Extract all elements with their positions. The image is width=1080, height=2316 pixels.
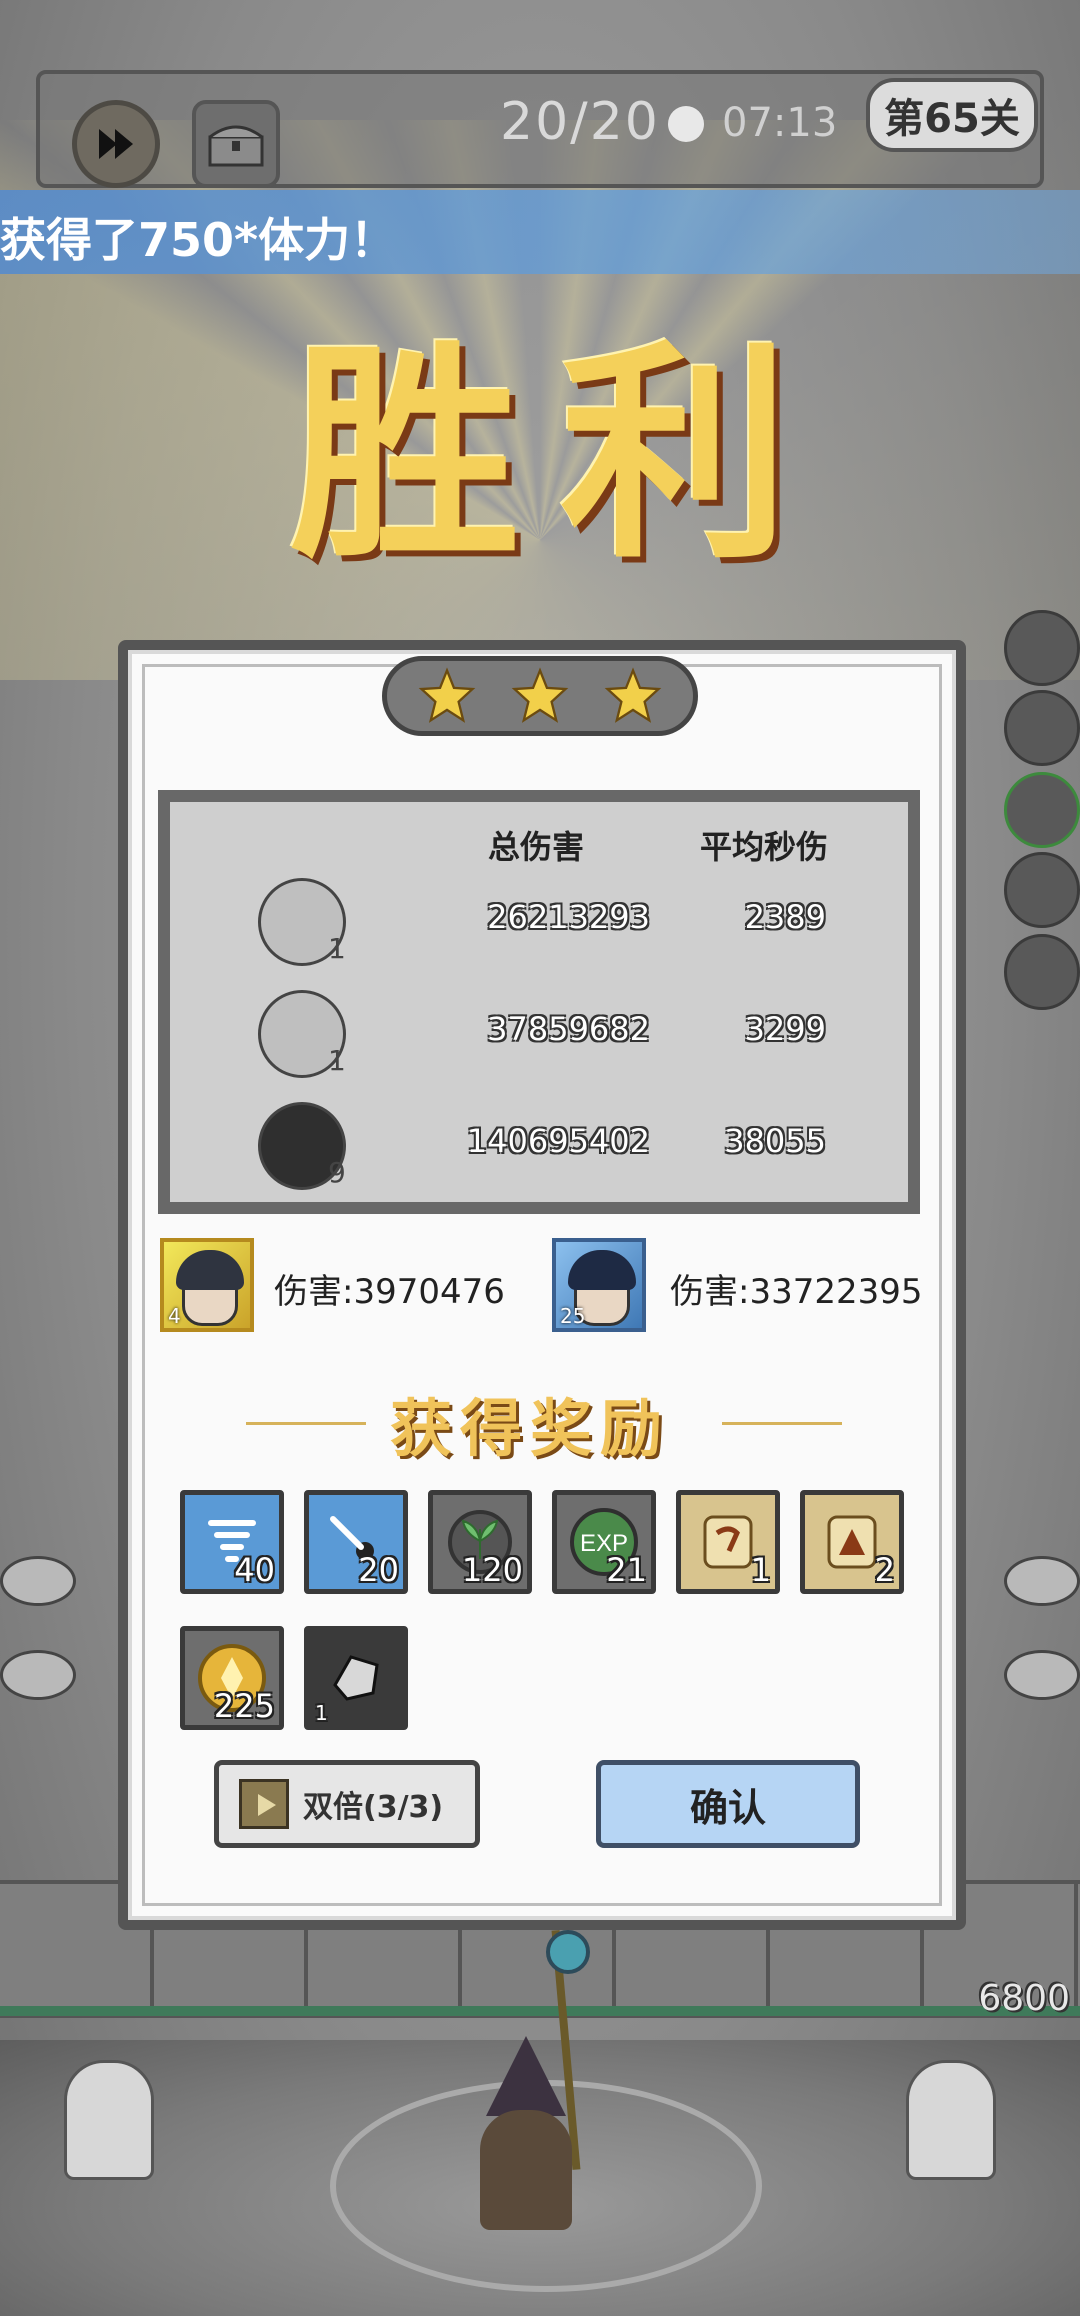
wall-hp-value: 6800 bbox=[978, 1978, 1070, 2019]
side-monster-icon bbox=[1004, 610, 1080, 686]
hero-damage: 伤害:33722395 bbox=[670, 1272, 923, 1312]
hero-avatar[interactable]: 25 bbox=[552, 1238, 646, 1332]
star-icon bbox=[511, 667, 569, 723]
side-monster-icon bbox=[1004, 772, 1080, 848]
ore-chunk-icon bbox=[333, 1655, 379, 1701]
total-damage-value: 140695402 bbox=[466, 1122, 650, 1160]
stage-level-badge: 第65关 bbox=[866, 78, 1038, 152]
summon-circle-icon bbox=[1004, 1556, 1080, 1606]
reward-count: 21 bbox=[606, 1551, 647, 1589]
video-icon bbox=[239, 1779, 289, 1829]
confirm-button[interactable]: 确认 bbox=[596, 1760, 860, 1848]
victory-title: 胜利 bbox=[290, 320, 830, 590]
confirm-label: 确认 bbox=[689, 1784, 766, 1830]
wave-counter: 20/20 bbox=[500, 92, 660, 152]
skill-level: 9 bbox=[328, 1156, 346, 1189]
reward-count: 120 bbox=[461, 1551, 523, 1589]
hero-hair bbox=[176, 1250, 244, 1290]
reward-item[interactable]: 120 bbox=[428, 1490, 532, 1594]
reward-count: 1 bbox=[315, 1701, 328, 1725]
hero-hair bbox=[568, 1250, 636, 1290]
reward-item[interactable]: 225 bbox=[180, 1626, 284, 1730]
header-total-damage: 总伤害 bbox=[488, 828, 585, 866]
hero-level: 25 bbox=[560, 1304, 586, 1328]
clock-icon bbox=[668, 106, 704, 142]
reward-item[interactable]: 20 bbox=[304, 1490, 408, 1594]
reward-count: 20 bbox=[358, 1551, 399, 1589]
reward-item[interactable]: 1 bbox=[676, 1490, 780, 1594]
reward-item[interactable]: 2 bbox=[800, 1490, 904, 1594]
battle-timer: 07:13 bbox=[722, 100, 838, 146]
staff-orb-icon bbox=[546, 1930, 590, 1974]
side-monster-icon bbox=[1004, 852, 1080, 928]
wizard-hat bbox=[486, 2036, 566, 2116]
angel-statue bbox=[64, 2060, 154, 2180]
star-icon bbox=[419, 667, 476, 723]
reward-count: 225 bbox=[213, 1687, 275, 1725]
skill-level: 1 bbox=[328, 1044, 346, 1077]
reward-count: 40 bbox=[234, 1551, 275, 1589]
chest-icon bbox=[208, 125, 264, 167]
fast-forward-icon bbox=[99, 129, 133, 159]
angel-statue bbox=[906, 2060, 996, 2180]
summon-circle-icon bbox=[0, 1556, 76, 1606]
avg-dps-value: 3299 bbox=[744, 1010, 826, 1048]
skill-level: 1 bbox=[328, 932, 346, 965]
double-reward-button[interactable]: 双倍(3/3) bbox=[214, 1760, 480, 1848]
avg-dps-value: 2389 bbox=[744, 898, 826, 936]
damage-stats-table: 总伤害 平均秒伤 1 26213293 2389 1 37859682 3299… bbox=[158, 790, 920, 1214]
total-damage-value: 26213293 bbox=[487, 898, 650, 936]
star-icon bbox=[604, 667, 661, 723]
reward-count: 2 bbox=[874, 1551, 895, 1589]
reward-count: 1 bbox=[750, 1551, 771, 1589]
side-monster-icon bbox=[1004, 934, 1080, 1010]
notification-banner: 获得了750*体力！ bbox=[0, 190, 1080, 274]
hero-level: 4 bbox=[168, 1304, 181, 1328]
header-avg-dps: 平均秒伤 bbox=[700, 828, 829, 866]
reward-item[interactable]: 1 bbox=[304, 1626, 408, 1730]
summon-circle-icon bbox=[0, 1650, 76, 1700]
summon-circle-icon bbox=[1004, 1650, 1080, 1700]
side-monster-icon bbox=[1004, 690, 1080, 766]
reward-item[interactable]: EXP 21 bbox=[552, 1490, 656, 1594]
fast-forward-button[interactable] bbox=[72, 100, 160, 188]
wall-hp-bar bbox=[0, 2006, 1080, 2016]
hero-damage: 伤害:3970476 bbox=[274, 1272, 505, 1312]
notification-text: 获得了750*体力！ bbox=[0, 213, 397, 267]
divider-line bbox=[722, 1422, 842, 1425]
reward-item[interactable]: 40 bbox=[180, 1490, 284, 1594]
double-reward-label: 双倍(3/3) bbox=[303, 1790, 444, 1825]
total-damage-value: 37859682 bbox=[487, 1010, 650, 1048]
avg-dps-value: 38055 bbox=[724, 1122, 826, 1160]
divider-line bbox=[246, 1422, 366, 1425]
treasure-chest-button[interactable] bbox=[192, 100, 280, 188]
reward-title: 获得奖励 bbox=[390, 1392, 671, 1465]
star-rating bbox=[382, 656, 698, 736]
wizard-character bbox=[480, 2110, 572, 2230]
hero-avatar[interactable]: 4 bbox=[160, 1238, 254, 1332]
